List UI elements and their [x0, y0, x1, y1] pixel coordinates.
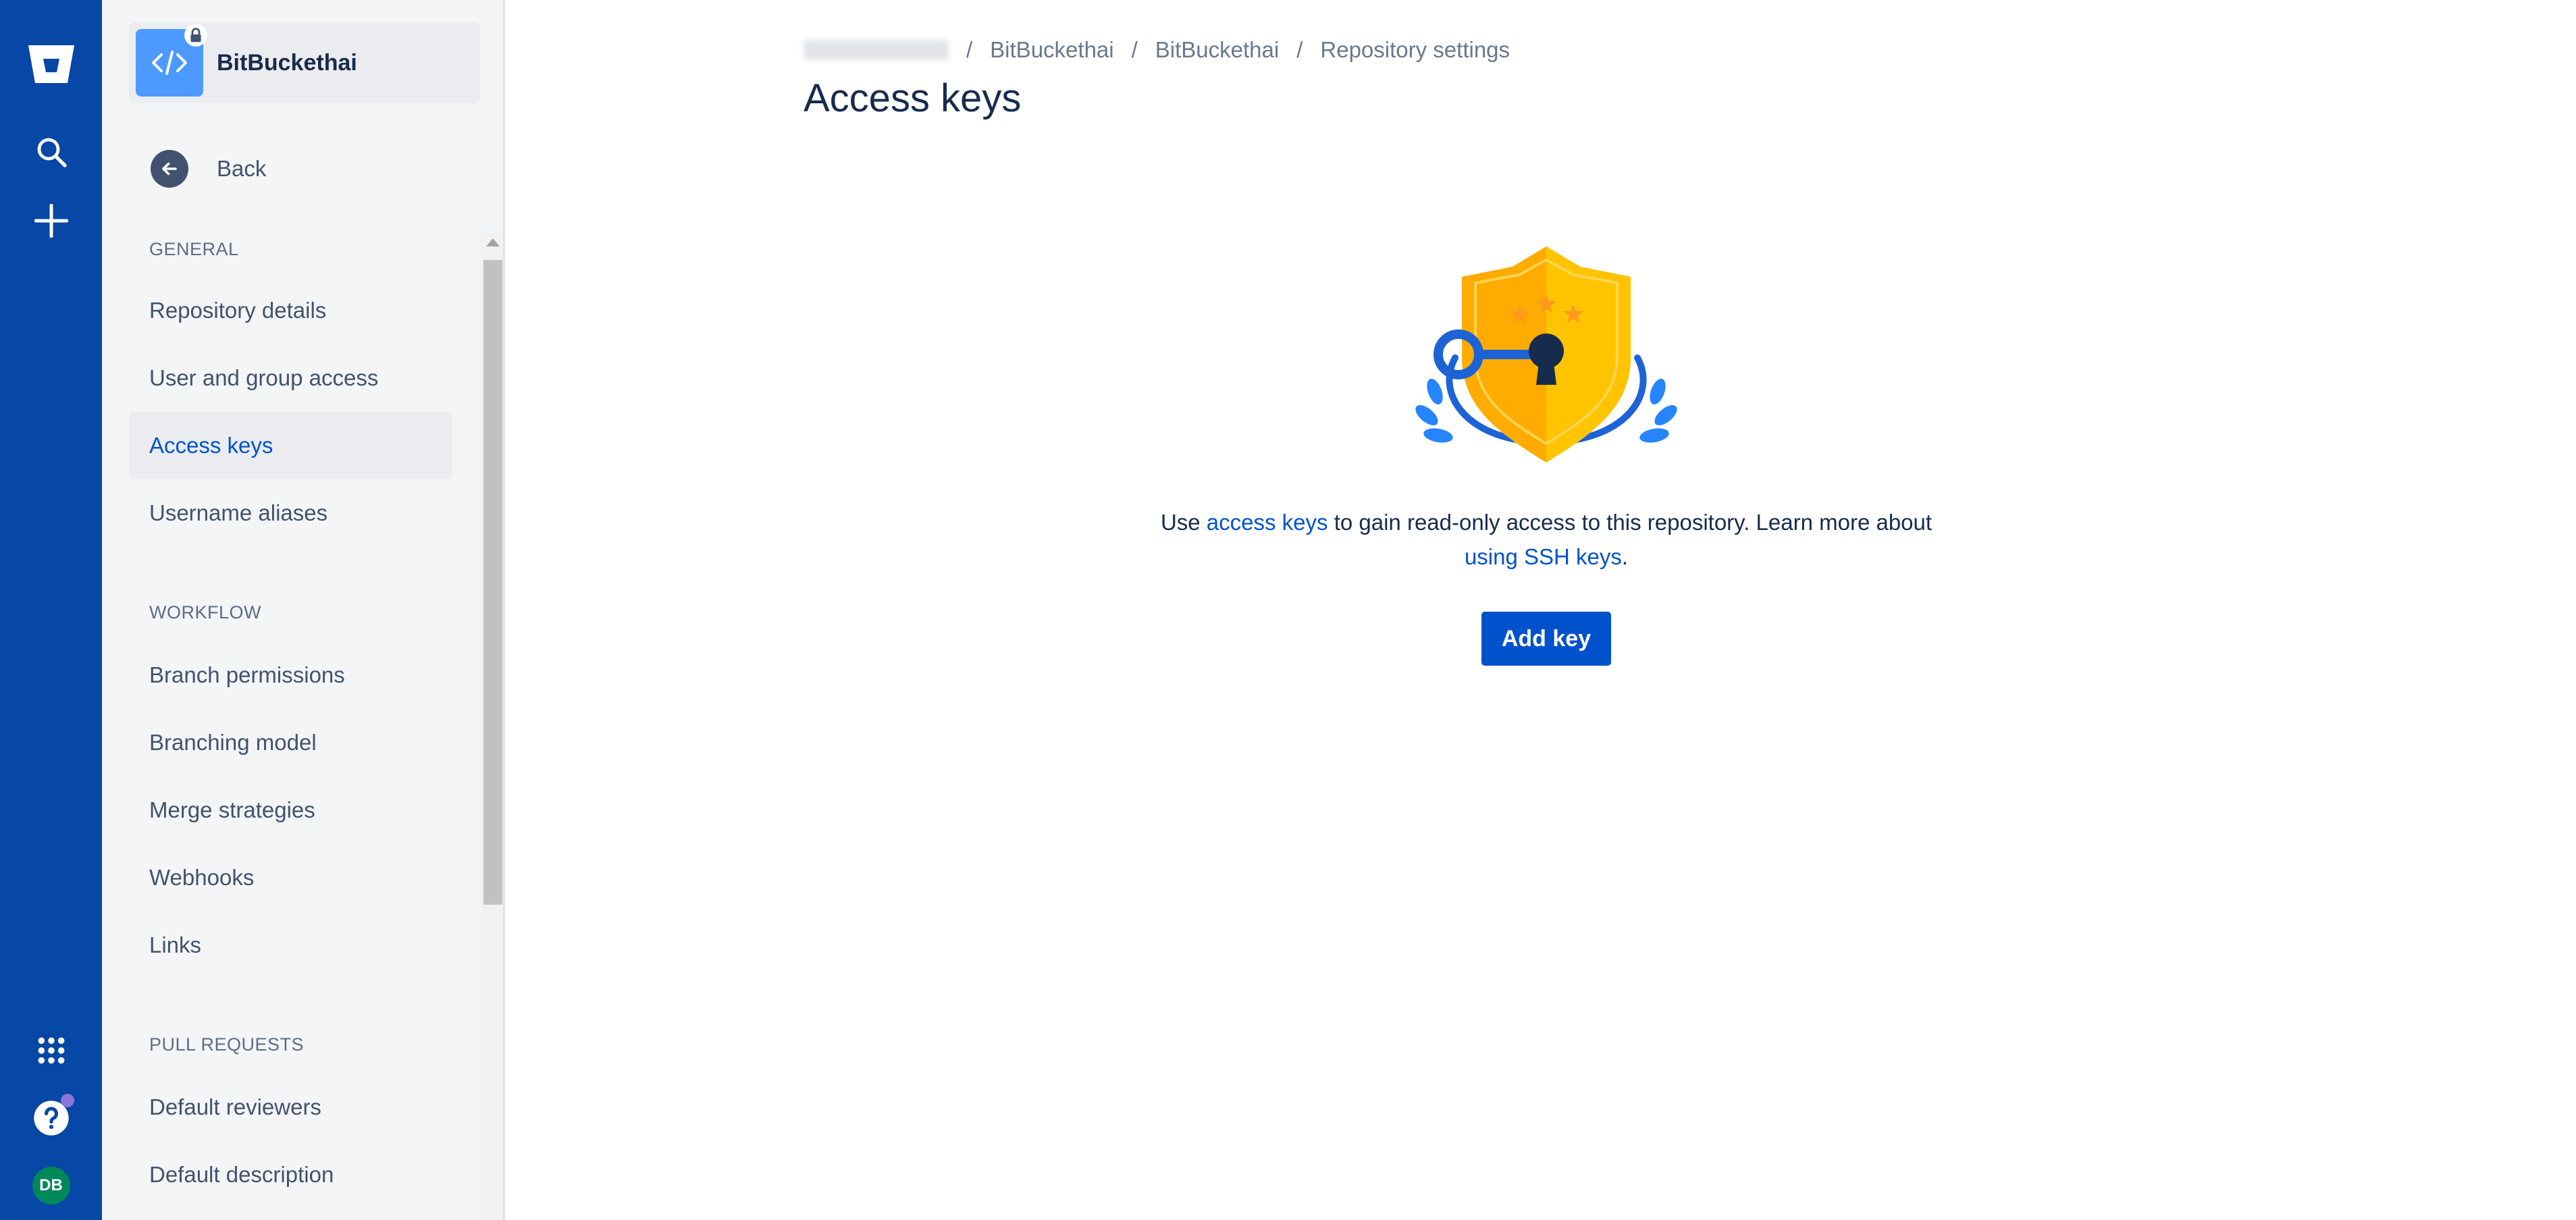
lock-icon — [190, 28, 201, 43]
description-text: . — [1621, 544, 1629, 569]
avatar: DB — [32, 1167, 70, 1204]
sidebar-item-branching-model[interactable]: Branching model — [129, 709, 452, 776]
plus-icon — [34, 204, 68, 238]
description-text: to gain read-only access to this reposit… — [1328, 510, 1933, 535]
private-lock — [184, 24, 207, 47]
back-link[interactable]: Back — [151, 150, 266, 188]
arrow-left-icon — [151, 150, 188, 188]
shield-key-illustration — [1415, 246, 1677, 462]
sidebar-item-webhooks[interactable]: Webhooks — [129, 844, 452, 911]
repository-name: BitBuckethai — [217, 49, 357, 76]
breadcrumb-separator: / — [966, 37, 973, 62]
create-button[interactable] — [0, 197, 102, 244]
section-title-general: GENERAL — [149, 239, 239, 259]
code-icon — [152, 51, 187, 75]
scroll-up-arrow-icon[interactable] — [486, 238, 500, 246]
bitbucket-logo-icon — [28, 45, 74, 83]
breadcrumb-workspace-redacted[interactable] — [804, 40, 949, 60]
breadcrumb-repository[interactable]: BitBuckethai — [1155, 37, 1279, 63]
notification-dot — [60, 1094, 74, 1107]
add-key-button[interactable]: Add key — [1481, 612, 1611, 666]
sidebar-item-username-aliases[interactable]: Username aliases — [129, 479, 452, 547]
arrow-left-glyph — [162, 162, 177, 176]
sidebar-item-user-and-group-access[interactable]: User and group access — [129, 344, 452, 412]
access-keys-link[interactable]: access keys — [1207, 510, 1328, 535]
sidebar-item-repository-details[interactable]: Repository details — [129, 277, 452, 344]
section-title-workflow: WORKFLOW — [149, 602, 261, 622]
access-keys-description: Use access keys to gain read-only access… — [1141, 505, 1951, 574]
page-title: Access keys — [804, 76, 1022, 120]
global-nav: DB — [0, 0, 102, 1220]
sidebar-item-merge-strategies[interactable]: Merge strategies — [129, 776, 452, 844]
sidebar-item-branch-permissions[interactable]: Branch permissions — [129, 641, 452, 709]
search-button[interactable] — [0, 128, 102, 176]
repository-avatar — [136, 24, 207, 97]
sidebar-item-access-keys[interactable]: Access keys — [129, 412, 452, 479]
help-button[interactable] — [0, 1094, 102, 1142]
search-icon — [37, 138, 67, 167]
sidebar-item-default-reviewers[interactable]: Default reviewers — [129, 1073, 452, 1141]
breadcrumb-project[interactable]: BitBuckethai — [990, 37, 1113, 63]
section-title-pull-requests: PULL REQUESTS — [149, 1034, 305, 1055]
repository-header[interactable]: BitBuckethai — [129, 22, 480, 103]
apps-grid-icon — [38, 1037, 64, 1064]
sidebar-scrollbar[interactable] — [481, 233, 503, 1220]
breadcrumb-repository-settings[interactable]: Repository settings — [1320, 37, 1510, 63]
back-label: Back — [217, 156, 267, 181]
using-ssh-keys-link[interactable]: using SSH keys — [1465, 544, 1622, 569]
sidebar-item-default-description[interactable]: Default description — [129, 1141, 452, 1209]
breadcrumb-separator: / — [1296, 37, 1303, 62]
apps-switcher-button[interactable] — [0, 1026, 102, 1075]
scroll-thumb[interactable] — [483, 260, 502, 905]
sidebar-item-links[interactable]: Links — [129, 911, 452, 979]
description-text: Use — [1160, 510, 1207, 535]
breadcrumb-separator: / — [1131, 37, 1138, 62]
bitbucket-logo[interactable] — [0, 34, 102, 95]
repository-sidebar: BitBuckethai Back GENERAL Repository det… — [102, 0, 505, 1220]
profile-button[interactable]: DB — [0, 1161, 102, 1210]
breadcrumb: / BitBuckethai / BitBuckethai / Reposito… — [804, 37, 1510, 63]
help-wrapper — [32, 1094, 74, 1137]
